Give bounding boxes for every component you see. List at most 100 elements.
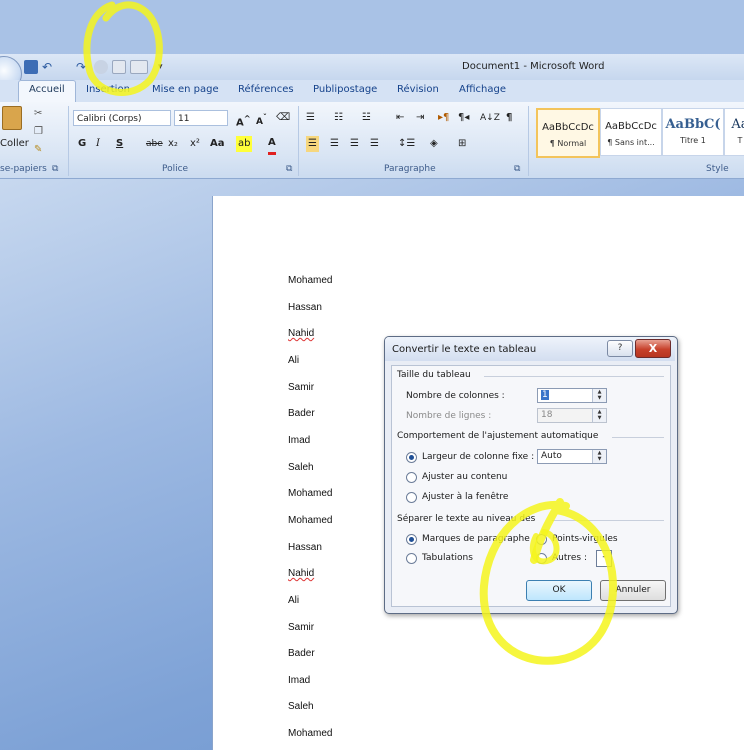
multilevel-list-icon[interactable]: ☳ (362, 110, 371, 126)
semicolons-radio[interactable] (536, 534, 547, 545)
tab-mise-en-page[interactable]: Mise en page (152, 84, 219, 95)
font-size-dropdown[interactable]: 11 (174, 110, 228, 126)
other-separator-input[interactable]: - (596, 550, 612, 567)
copy-icon[interactable]: ❐ (34, 124, 43, 140)
style-preview: Aa (731, 117, 744, 132)
style-normal[interactable]: AaBbCcDc ¶ Normal (536, 108, 600, 158)
fixed-width-label[interactable]: Largeur de colonne fixe : (422, 452, 534, 462)
semicolons-label[interactable]: Points-virgules (552, 534, 618, 544)
paragraph-line: Samir (288, 622, 315, 633)
paragraph-line: Saleh (288, 701, 314, 712)
cut-icon[interactable]: ✂ (34, 106, 42, 122)
styles-group-label: Style (706, 164, 729, 174)
dialog-title-bar[interactable]: Convertir le texte en tableau ? X (385, 337, 675, 361)
sort-icon[interactable]: A↓Z (480, 110, 500, 126)
abc-icon[interactable] (130, 60, 148, 74)
style-name: T (737, 136, 743, 145)
style-heading-1[interactable]: AaBbC( Titre 1 (662, 108, 724, 156)
borders-icon[interactable]: ⊞ (458, 136, 466, 152)
fit-window-radio[interactable] (406, 492, 417, 503)
columns-value[interactable]: 1 (541, 390, 549, 400)
other-label[interactable]: Autres : (552, 553, 587, 563)
redo-icon[interactable]: ↷ (76, 60, 90, 74)
window-title: Document1 - Microsoft Word (462, 61, 605, 72)
font-launcher-icon[interactable]: ⧉ (286, 164, 292, 174)
close-button[interactable]: X (635, 339, 671, 358)
shrink-font-icon[interactable]: Aˇ (256, 110, 267, 127)
shading-icon[interactable]: ◈ (430, 136, 438, 152)
style-no-spacing[interactable]: AaBbCcDc ¶ Sans int... (600, 108, 662, 156)
font-group-label: Police (162, 164, 189, 174)
font-family-dropdown[interactable]: Calibri (Corps) (73, 110, 171, 126)
line-spacing-icon[interactable]: ↕☰ (398, 136, 415, 152)
grow-font-icon[interactable]: A^ (236, 110, 251, 128)
paragraph-line: Saleh (288, 462, 314, 473)
paragraph-launcher-icon[interactable]: ⧉ (514, 164, 520, 174)
fixed-width-spinner[interactable]: Auto ▲ ▼ (537, 449, 607, 464)
customize-qat-icon[interactable]: ▾ (158, 60, 172, 74)
tab-insertion[interactable]: Insertion (86, 84, 130, 95)
paragraph-line: Mohamed (288, 728, 333, 739)
highlight-color-icon[interactable]: ab (236, 136, 253, 152)
spinner-arrows-icon[interactable]: ▲ ▼ (592, 450, 606, 463)
ribbon-tabs: Accueil Insertion Mise en page Référence… (0, 80, 744, 106)
columns-spinner[interactable]: 1 ▲ ▼ (537, 388, 607, 403)
fixed-width-value[interactable]: Auto (541, 451, 562, 461)
tab-affichage[interactable]: Affichage (459, 84, 506, 95)
tabs-radio[interactable] (406, 553, 417, 564)
ok-button[interactable]: OK (526, 580, 592, 601)
tab-revision[interactable]: Révision (397, 84, 439, 95)
undo-icon[interactable]: ↶ (42, 60, 56, 74)
fixed-width-radio[interactable] (406, 452, 417, 463)
fit-window-label[interactable]: Ajuster à la fenêtre (422, 492, 508, 502)
paragraph-marks-label[interactable]: Marques de paragraphe (422, 534, 530, 544)
paragraph-line: Nahid (288, 568, 315, 579)
paragraph-line: Nahid (288, 328, 315, 339)
subscript-button[interactable]: x₂ (168, 136, 178, 152)
underline-button[interactable]: S (116, 136, 123, 152)
align-right-icon[interactable]: ☰ (350, 136, 359, 152)
rtl-icon[interactable]: ¶◂ (458, 110, 469, 126)
clipboard-launcher-icon[interactable]: ⧉ (52, 164, 58, 174)
align-left-icon[interactable]: ☰ (306, 136, 319, 152)
tabs-label[interactable]: Tabulations (422, 553, 473, 563)
section-divider (552, 520, 664, 521)
bullets-icon[interactable]: ☰ (306, 110, 315, 126)
align-center-icon[interactable]: ☰ (330, 136, 339, 152)
center-align-icon[interactable] (112, 60, 126, 74)
group-separator (528, 106, 529, 176)
paragraph-line: Imad (288, 675, 311, 686)
paragraph-marks-radio[interactable] (406, 534, 417, 545)
clear-format-icon[interactable]: ⌫ (276, 110, 290, 126)
decrease-indent-icon[interactable]: ⇤ (396, 110, 404, 126)
font-color-icon[interactable]: A (268, 136, 276, 155)
strikethrough-button[interactable]: abe (146, 136, 163, 152)
spinner-arrows-icon[interactable]: ▲ ▼ (592, 389, 606, 402)
increase-indent-icon[interactable]: ⇥ (416, 110, 424, 126)
other-radio[interactable] (536, 553, 547, 564)
bold-button[interactable]: G (78, 136, 86, 152)
format-painter-icon[interactable]: ✎ (34, 142, 42, 158)
style-title[interactable]: Aa T (724, 108, 744, 156)
help-button[interactable]: ? (607, 340, 633, 357)
style-name: ¶ Sans int... (607, 138, 655, 147)
cancel-button[interactable]: Annuler (600, 580, 666, 601)
fit-contents-label[interactable]: Ajuster au contenu (422, 472, 507, 482)
dialog-title: Convertir le texte en tableau (392, 344, 537, 355)
fit-contents-radio[interactable] (406, 472, 417, 483)
show-marks-icon[interactable]: ¶ (506, 110, 512, 126)
paste-button[interactable]: Coller (0, 136, 29, 152)
circle-icon[interactable] (94, 60, 108, 74)
paste-icon[interactable] (2, 106, 22, 130)
justify-icon[interactable]: ☰ (370, 136, 379, 152)
tab-publipostage[interactable]: Publipostage (313, 84, 377, 95)
save-icon[interactable] (24, 60, 38, 74)
italic-button[interactable]: I (96, 136, 100, 152)
group-separator (68, 106, 69, 176)
superscript-button[interactable]: x² (190, 136, 200, 152)
tab-references[interactable]: Références (238, 84, 294, 95)
autofit-section: Comportement de l'ajustement automatique (397, 431, 599, 441)
numbering-icon[interactable]: ☷ (334, 110, 343, 126)
ltr-icon[interactable]: ▸¶ (438, 110, 449, 126)
change-case-button[interactable]: Aa (210, 136, 225, 152)
